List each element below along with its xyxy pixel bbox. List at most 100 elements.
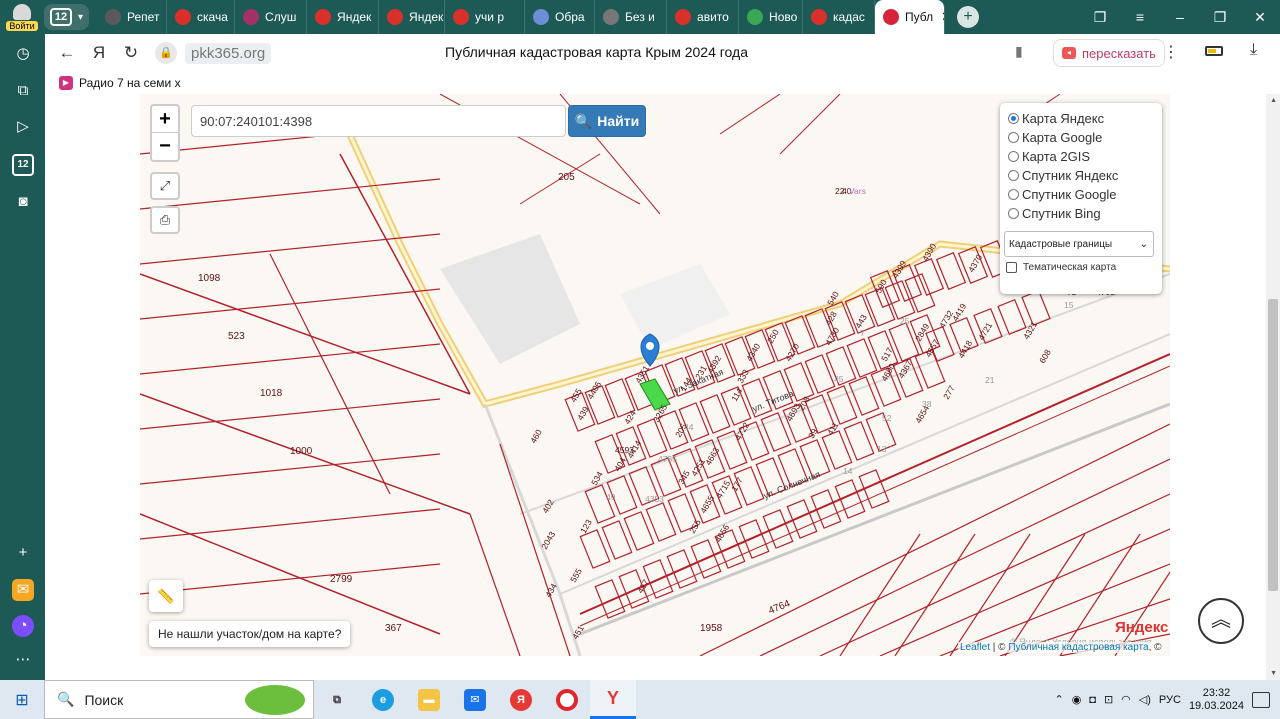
selected-parcel[interactable] <box>639 378 671 411</box>
collections-icon[interactable]: ⧉ <box>12 80 34 102</box>
yandex-browser-app[interactable]: Y <box>590 680 636 719</box>
tab-3[interactable]: Яндек <box>307 0 380 34</box>
reload-button[interactable]: ↻ <box>115 43 147 63</box>
download-icon[interactable]: ⤓ <box>1250 41 1257 59</box>
opera-app[interactable] <box>544 680 590 719</box>
layer-radio[interactable] <box>1008 208 1019 219</box>
thematic-map-checkbox[interactable] <box>1006 262 1017 273</box>
tab-11[interactable]: Публ ✕ <box>875 0 946 34</box>
parcel-outline[interactable] <box>888 322 920 362</box>
collections-icon[interactable]: ❐ <box>1080 9 1120 26</box>
url-field[interactable]: 🔒 pkk365.org <box>155 39 272 67</box>
menu-icon[interactable]: ≡ <box>1120 9 1160 26</box>
tab-0[interactable]: Репет <box>97 0 168 34</box>
pkk-link[interactable]: Публичная кадастровая карта <box>1008 642 1148 653</box>
tray-expand-icon[interactable]: ⌃ <box>1054 693 1063 706</box>
tab-4[interactable]: Яндек <box>379 0 446 34</box>
leaflet-link[interactable]: Leaflet <box>960 642 990 653</box>
parcel-outline[interactable] <box>858 469 890 509</box>
add-icon[interactable]: + <box>12 542 34 564</box>
parcel-outline[interactable] <box>1021 289 1051 327</box>
page-scrollbar[interactable]: ▲ ▼ <box>1266 94 1280 680</box>
back-button[interactable]: ← <box>51 43 83 63</box>
layer-option[interactable]: Спутник Google <box>1008 185 1154 204</box>
layer-option[interactable]: Спутник Яндекс <box>1008 166 1154 185</box>
tab-10[interactable]: кадас <box>803 0 876 34</box>
zoom-out-button[interactable]: − <box>152 133 178 160</box>
screenshot-icon[interactable]: ◙ <box>12 191 34 213</box>
notifications-icon[interactable] <box>1252 691 1270 708</box>
tab-6[interactable]: Обра <box>525 0 596 34</box>
scroll-down-icon[interactable]: ▼ <box>1270 670 1277 677</box>
close-window-button[interactable]: ✕ <box>1240 9 1280 26</box>
more-options-icon[interactable]: ⋮ <box>1163 42 1179 62</box>
history-icon[interactable]: ◷ <box>12 43 34 65</box>
parcel-outline[interactable] <box>738 519 770 559</box>
not-found-button[interactable]: Не нашли участок/дом на карте? <box>149 621 351 647</box>
parcel-outline[interactable] <box>699 394 731 434</box>
parcel-outline[interactable] <box>804 354 836 394</box>
tab-5[interactable]: учи р <box>445 0 526 34</box>
retell-button[interactable]: ◂ пересказать <box>1053 39 1165 67</box>
scroll-to-top-button[interactable]: ︽ <box>1198 598 1244 644</box>
new-tab-button[interactable]: + <box>957 6 980 28</box>
parcel-outline[interactable] <box>636 418 668 458</box>
parcel-outline[interactable] <box>997 298 1027 336</box>
layer-radio[interactable] <box>1008 113 1019 124</box>
mail-app[interactable]: ✉ <box>452 680 498 719</box>
more-icon[interactable]: ⋯ <box>12 649 34 671</box>
tab-7[interactable]: Без и <box>595 0 668 34</box>
profile-button[interactable]: Войти <box>0 0 44 34</box>
tray-app-icon[interactable]: ◉ <box>1072 693 1082 706</box>
layer-option[interactable]: Карта Яндекс <box>1008 109 1154 128</box>
minimize-button[interactable]: – <box>1160 9 1200 26</box>
print-button[interactable]: ⎙ <box>150 206 180 234</box>
layer-option[interactable]: Карта 2GIS <box>1008 147 1154 166</box>
alice-icon[interactable]: ◔ <box>12 615 34 637</box>
edge-app[interactable]: e <box>360 680 406 719</box>
layer-option[interactable]: Спутник Bing <box>1008 204 1154 223</box>
scrollbar-thumb[interactable] <box>1268 299 1278 591</box>
bookmark-icon[interactable]: ▮ <box>1015 43 1023 60</box>
restore-button[interactable]: ❐ <box>1200 9 1240 26</box>
parcel-outline[interactable] <box>884 280 916 320</box>
layer-radio[interactable] <box>1008 189 1019 200</box>
parcel-outline[interactable] <box>762 509 794 549</box>
layer-radio[interactable] <box>1008 132 1019 143</box>
yandex-app[interactable]: Я <box>498 680 544 719</box>
volume-icon[interactable]: ◁) <box>1139 693 1151 706</box>
wifi-icon[interactable]: ◠ <box>1121 693 1131 706</box>
tab-9[interactable]: Ново <box>739 0 804 34</box>
zoom-in-button[interactable]: + <box>152 106 178 133</box>
cadastral-map[interactable]: 205 1098 523 1018 1000 2799 367 1958 4764 540 443 5… <box>140 94 1170 656</box>
mail-icon[interactable]: ✉ <box>12 579 34 601</box>
overlay-select[interactable]: Кадастровые границы ⌄ <box>1004 231 1154 257</box>
find-button[interactable]: 🔍 Найти <box>568 105 646 137</box>
network-icon[interactable]: ⊡ <box>1104 693 1113 706</box>
layer-radio[interactable] <box>1008 170 1019 181</box>
parcel-outline[interactable] <box>846 338 878 378</box>
cadastral-search-input[interactable] <box>191 105 566 137</box>
parcel-outline[interactable] <box>834 479 866 519</box>
lock-icon[interactable]: 🔒 <box>155 42 177 64</box>
battery-icon[interactable] <box>1205 46 1223 56</box>
play-icon[interactable]: ▷ <box>12 116 34 138</box>
fullscreen-button[interactable]: ⤢ <box>150 172 180 200</box>
scroll-up-icon[interactable]: ▲ <box>1270 97 1277 104</box>
tab-8[interactable]: авито <box>667 0 740 34</box>
tabs-count-icon[interactable]: 12 <box>12 154 34 176</box>
layer-option[interactable]: Карта Google <box>1008 128 1154 147</box>
bookmark-radio7[interactable]: Радио 7 на семи х <box>79 76 181 90</box>
clock[interactable]: 23:32 19.03.2024 <box>1189 687 1244 713</box>
task-view-button[interactable]: ⧉ <box>314 680 360 719</box>
thematic-map-toggle[interactable]: Тематическая карта <box>1006 262 1154 273</box>
camera-icon[interactable]: ◘ <box>1089 694 1096 706</box>
taskbar-search[interactable]: 🔍 Поиск <box>44 680 314 719</box>
close-tab-icon[interactable]: ✕ <box>941 9 944 25</box>
tab-2[interactable]: Слуш <box>235 0 308 34</box>
tab-count-button[interactable]: 12 ▾ <box>44 4 90 30</box>
windows-start-icon[interactable]: ⊞ <box>0 690 44 710</box>
yandex-home-icon[interactable]: Я <box>83 43 115 63</box>
explorer-app[interactable]: ▬ <box>406 680 452 719</box>
ruler-button[interactable]: 📏 <box>149 580 183 612</box>
